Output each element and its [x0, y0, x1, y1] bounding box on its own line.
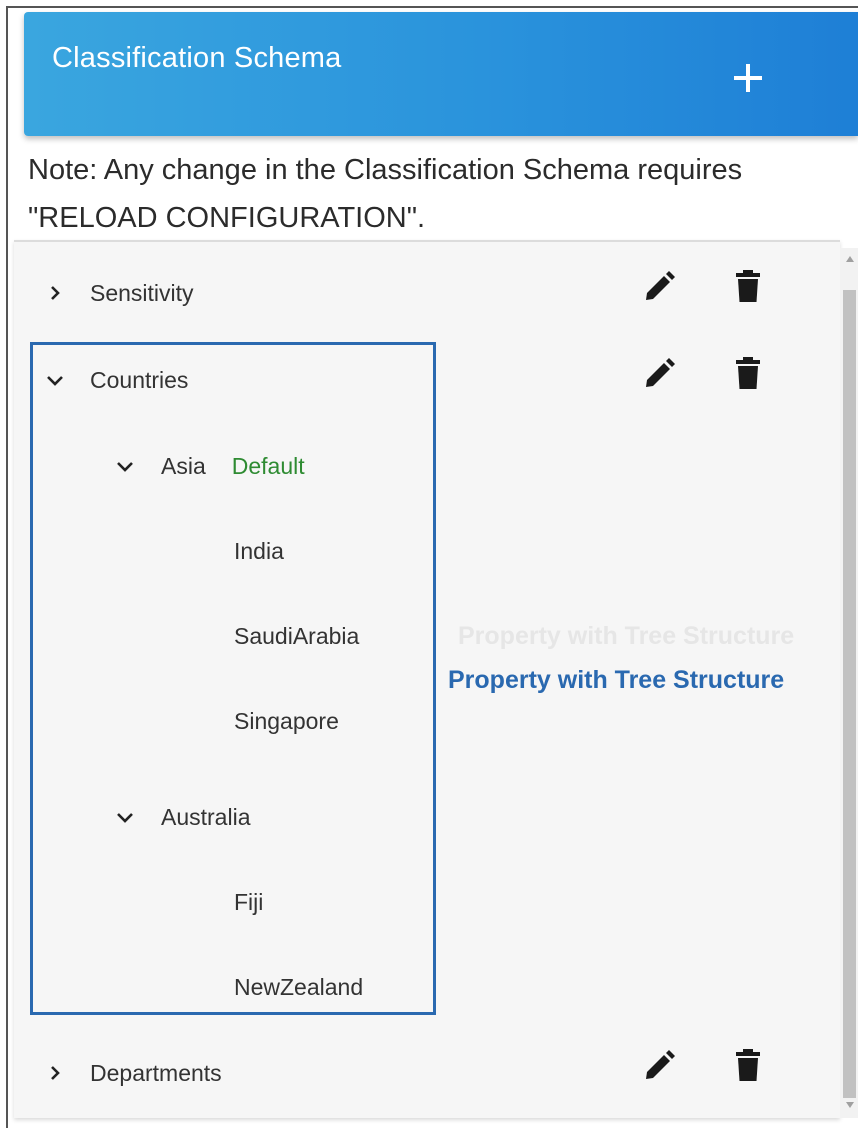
tree-node-countries[interactable]: Countries: [44, 360, 188, 400]
tree-leaf-saudiarabia[interactable]: SaudiArabia: [234, 616, 359, 656]
scroll-up-arrow-icon[interactable]: [845, 254, 855, 264]
add-property-button[interactable]: [724, 54, 772, 102]
schema-header: Classification Schema: [24, 12, 858, 136]
tree-leaf-fiji[interactable]: Fiji: [234, 882, 263, 922]
default-badge: Default: [231, 452, 305, 479]
tree-node-label: Departments: [90, 1059, 222, 1086]
tree-node-departments[interactable]: Departments: [44, 1053, 222, 1093]
tree-leaf-label: SaudiArabia: [234, 622, 360, 649]
chevron-down-icon[interactable]: [114, 806, 136, 828]
trash-icon: [736, 270, 760, 302]
tree-leaf-label: Singapore: [234, 707, 339, 734]
delete-countries-button[interactable]: [731, 356, 765, 390]
scroll-down-arrow-icon[interactable]: [845, 1100, 855, 1110]
tree-node-asia[interactable]: Asia Default: [114, 446, 305, 486]
pencil-icon: [646, 358, 675, 387]
chevron-down-icon[interactable]: [44, 369, 66, 391]
plus-icon: [734, 64, 762, 92]
tree-node-label: Asia: [161, 452, 206, 479]
scrollbar-thumb[interactable]: [843, 290, 856, 1098]
delete-sensitivity-button[interactable]: [731, 269, 765, 303]
delete-departments-button[interactable]: [731, 1048, 765, 1082]
pencil-icon: [646, 271, 675, 300]
tree-leaf-singapore[interactable]: Singapore: [234, 701, 339, 741]
chevron-right-icon[interactable]: [44, 282, 66, 304]
trash-icon: [736, 357, 760, 389]
tree-leaf-label: Fiji: [234, 888, 264, 915]
chevron-down-icon[interactable]: [114, 455, 136, 477]
chevron-right-icon[interactable]: [44, 1062, 66, 1084]
pencil-icon: [646, 1050, 675, 1079]
tree-highlight-box: [30, 342, 436, 1015]
edit-sensitivity-button[interactable]: [642, 270, 676, 304]
tree-node-label: Australia: [161, 803, 251, 830]
edit-departments-button[interactable]: [642, 1049, 676, 1083]
header-title: Classification Schema: [52, 42, 342, 74]
tree-leaf-newzealand[interactable]: NewZealand: [234, 967, 363, 1007]
tree-leaf-label: India: [234, 537, 284, 564]
tree-node-australia[interactable]: Australia: [114, 797, 250, 837]
tree-node-label: Countries: [90, 366, 189, 393]
callout-ghost-text: Property with Tree Structure: [458, 622, 795, 650]
tree-leaf-india[interactable]: India: [234, 531, 284, 571]
trash-icon: [736, 1049, 760, 1081]
reload-note: Note: Any change in the Classification S…: [28, 154, 743, 234]
edit-countries-button[interactable]: [642, 357, 676, 391]
tree-node-sensitivity[interactable]: Sensitivity: [44, 273, 194, 313]
tree-node-label: Sensitivity: [90, 279, 194, 306]
tree-leaf-label: NewZealand: [234, 973, 364, 1000]
tree-structure-callout: Property with Tree Structure: [448, 666, 785, 694]
